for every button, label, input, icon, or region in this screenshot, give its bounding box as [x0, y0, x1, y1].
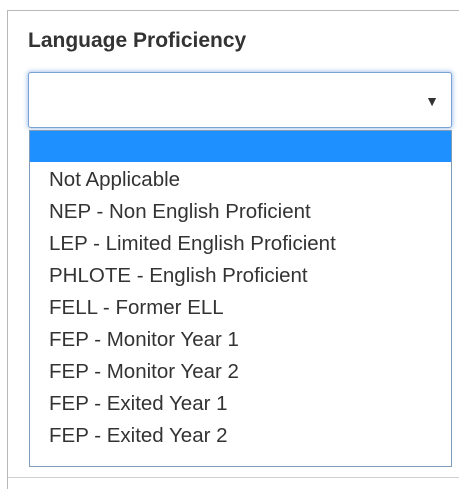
chevron-down-icon[interactable]: ▼	[425, 93, 439, 109]
dropdown-option-not-applicable[interactable]: Not Applicable	[30, 164, 451, 196]
dropdown-option-lep[interactable]: LEP - Limited English Proficient	[30, 228, 451, 260]
dropdown-option-fep-exited-1[interactable]: FEP - Exited Year 1	[30, 388, 451, 420]
dropdown-option-fep-monitor-2[interactable]: FEP - Monitor Year 2	[30, 356, 451, 388]
dropdown-option-blank[interactable]	[30, 131, 451, 162]
dropdown-option-fell[interactable]: FELL - Former ELL	[30, 292, 451, 324]
dropdown-option-fep-exited-2[interactable]: FEP - Exited Year 2	[30, 420, 451, 452]
dropdown-option-fep-monitor-1[interactable]: FEP - Monitor Year 1	[30, 324, 451, 356]
dropdown-option-list[interactable]: Not Applicable NEP - Non English Profici…	[29, 130, 452, 467]
dropdown-option-phlote[interactable]: PHLOTE - English Proficient	[30, 260, 451, 292]
language-proficiency-label: Language Proficiency	[28, 29, 247, 52]
panel-divider	[8, 477, 459, 478]
language-proficiency-select[interactable]: ▼	[28, 72, 452, 128]
dropdown-option-nep[interactable]: NEP - Non English Proficient	[30, 196, 451, 228]
